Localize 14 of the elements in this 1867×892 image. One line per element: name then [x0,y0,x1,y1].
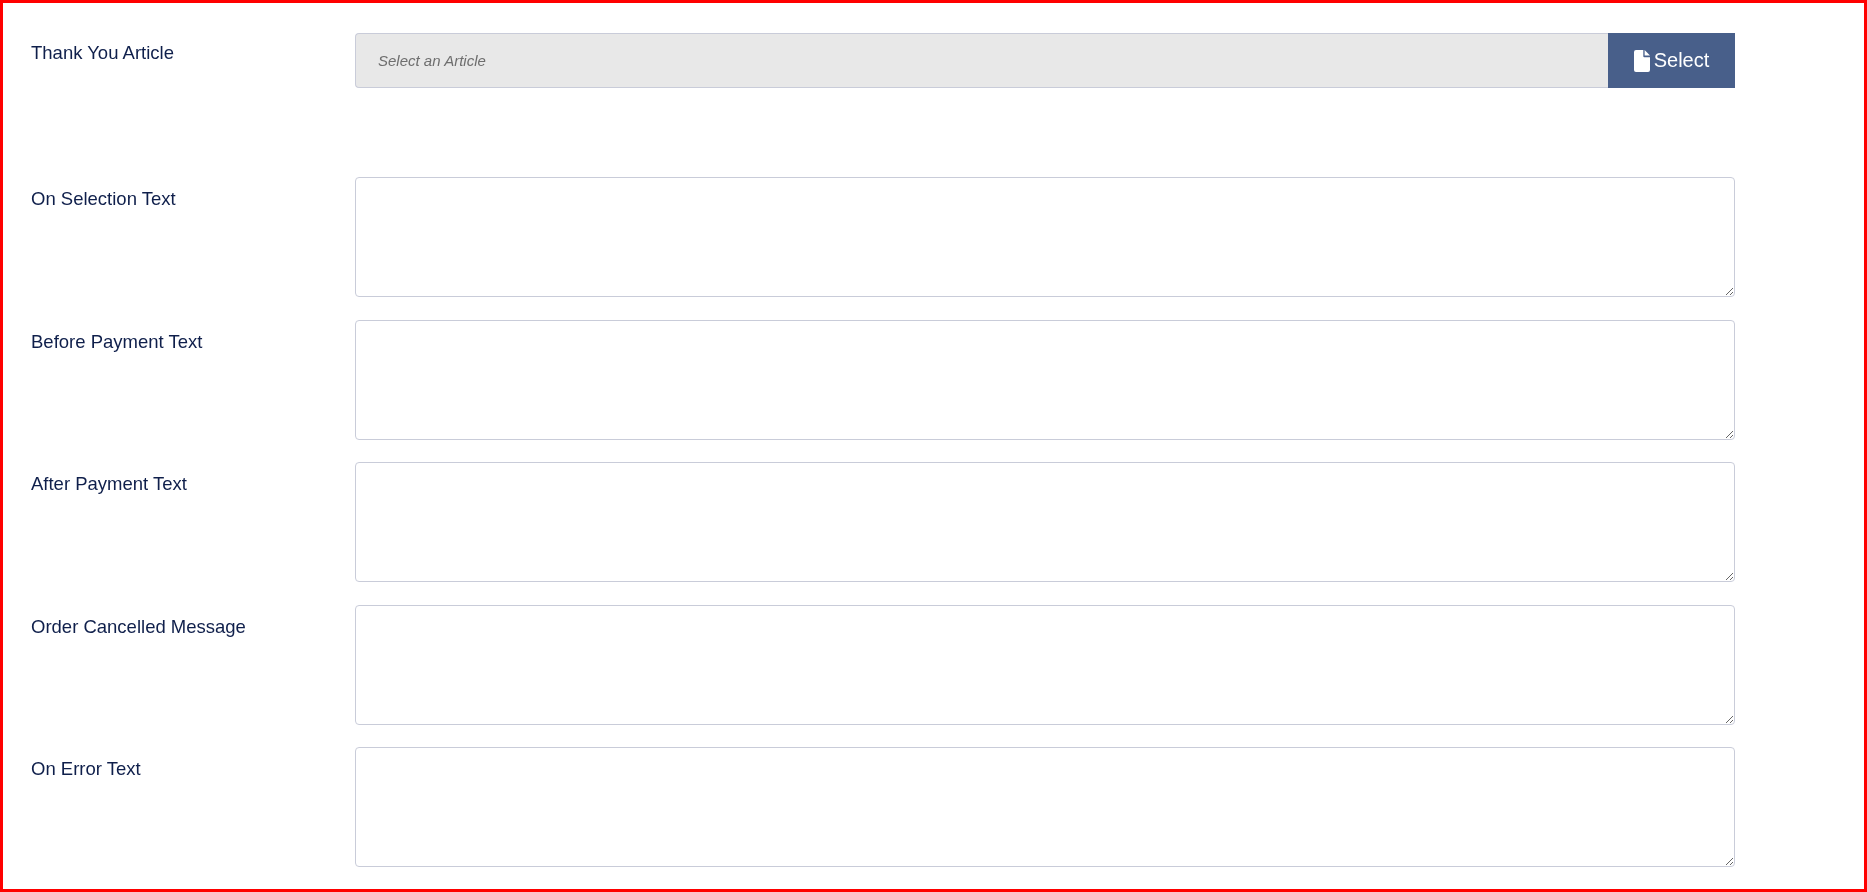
field-label: On Error Text [31,757,141,779]
article-field[interactable]: Select an Article [355,33,1608,88]
text-area[interactable] [355,177,1735,297]
select-button[interactable]: Select [1608,33,1735,88]
field-label: Before Payment Text [31,329,203,352]
field-label: On Selection Text [31,187,176,209]
text-area[interactable] [355,747,1735,867]
text-area[interactable] [355,462,1735,582]
field-label: Thank You Article [31,41,174,63]
field-label: After Payment Text [31,472,187,494]
text-area[interactable] [355,319,1735,440]
field-label: Order Cancelled Message [31,614,246,637]
text-area[interactable] [355,604,1735,725]
file-icon [1633,49,1650,72]
